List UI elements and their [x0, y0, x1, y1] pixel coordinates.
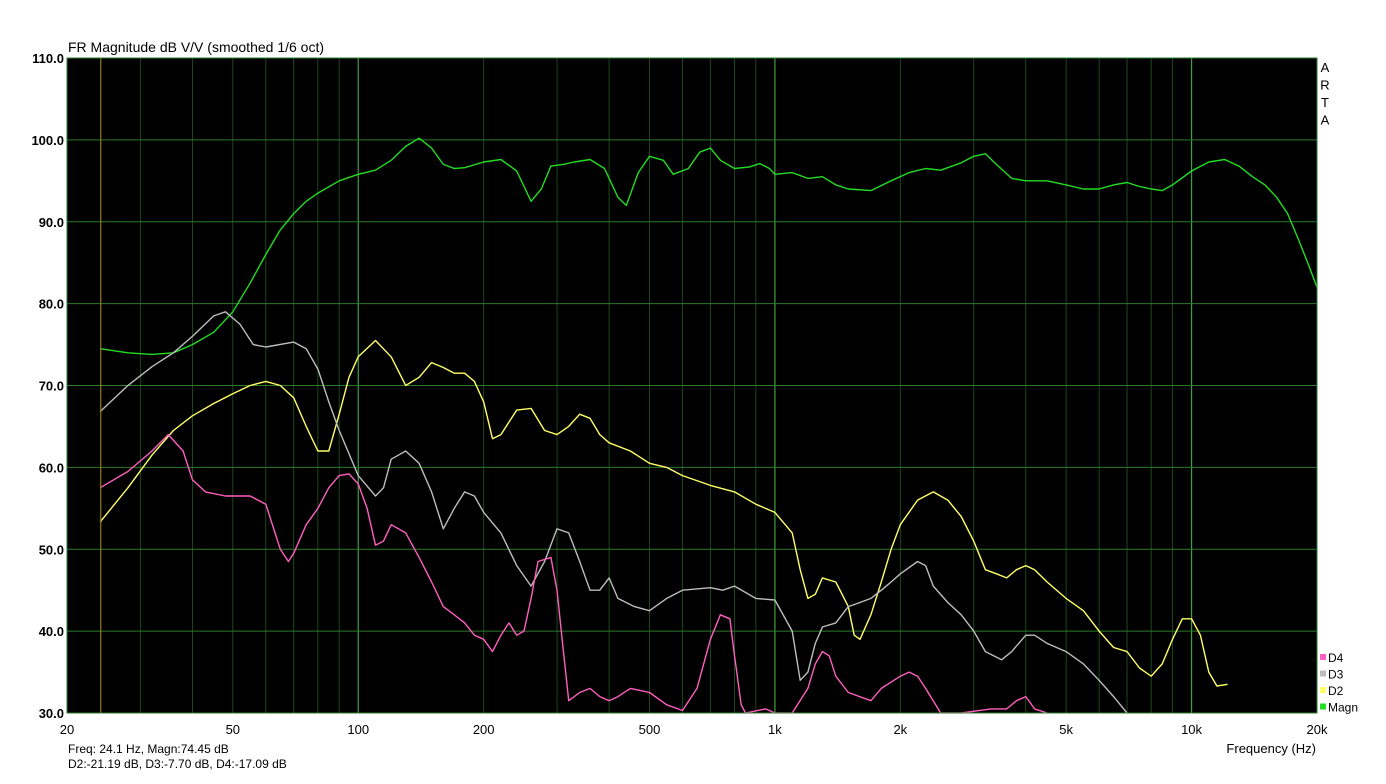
x-tick-label: 200	[473, 722, 495, 737]
y-tick-label: 30.0	[39, 706, 64, 721]
legend-label-d3: D3	[1328, 668, 1344, 682]
legend-label-magn: Magn	[1328, 701, 1358, 715]
y-axis-ticks: 110.0 100.0 90.0 80.0 70.0 60.0 50.0 40.0 30.0	[31, 51, 64, 721]
y-tick-label: 80.0	[39, 297, 64, 312]
frequency-response-chart: 110.0 100.0 90.0 80.0 70.0 60.0 50.0 40.0 30.0 2…	[31, 39, 1358, 771]
cursor-readout-line2: D2:-21.19 dB, D3:-7.70 dB, D4:-17.09 dB	[68, 757, 287, 771]
x-tick-label: 20	[60, 722, 74, 737]
y-tick-label: 100.0	[31, 133, 64, 148]
x-tick-label: 100	[347, 722, 369, 737]
chart-title: FR Magnitude dB V/V (smoothed 1/6 oct)	[68, 39, 324, 55]
y-tick-label: 110.0	[32, 51, 64, 66]
y-tick-label: 90.0	[39, 215, 64, 230]
y-tick-label: 40.0	[39, 624, 64, 639]
y-tick-label: 50.0	[39, 542, 64, 557]
x-tick-label: 2k	[893, 722, 907, 737]
legend-swatch-d2	[1320, 687, 1326, 693]
x-tick-label: 500	[639, 722, 661, 737]
watermark-letter: A	[1321, 113, 1330, 128]
legend: D4 D3 D2 Magn	[1320, 651, 1358, 715]
legend-label-d4: D4	[1328, 651, 1344, 665]
x-axis-ticks: 20 50 100 200 500 1k 2k 5k 10k 20k	[60, 722, 1328, 737]
legend-swatch-d4	[1320, 654, 1326, 660]
legend-swatch-magn	[1320, 703, 1326, 710]
watermark-letter: R	[1320, 78, 1329, 93]
cursor-readout-line1: Freq: 24.1 Hz, Magn:74.45 dB	[68, 742, 229, 756]
x-tick-label: 20k	[1307, 722, 1328, 737]
y-tick-label: 60.0	[39, 460, 64, 475]
x-tick-label: 50	[226, 722, 240, 737]
legend-swatch-d3	[1320, 670, 1326, 677]
arta-watermark: ARTA	[1320, 60, 1329, 128]
watermark-letter: T	[1321, 95, 1329, 110]
x-tick-label: 5k	[1059, 722, 1073, 737]
x-axis-label: Frequency (Hz)	[1226, 741, 1316, 756]
watermark-letter: A	[1321, 60, 1330, 75]
legend-label-d2: D2	[1328, 684, 1344, 698]
x-tick-label: 10k	[1181, 722, 1202, 737]
x-tick-label: 1k	[768, 722, 782, 737]
y-tick-label: 70.0	[39, 379, 64, 394]
